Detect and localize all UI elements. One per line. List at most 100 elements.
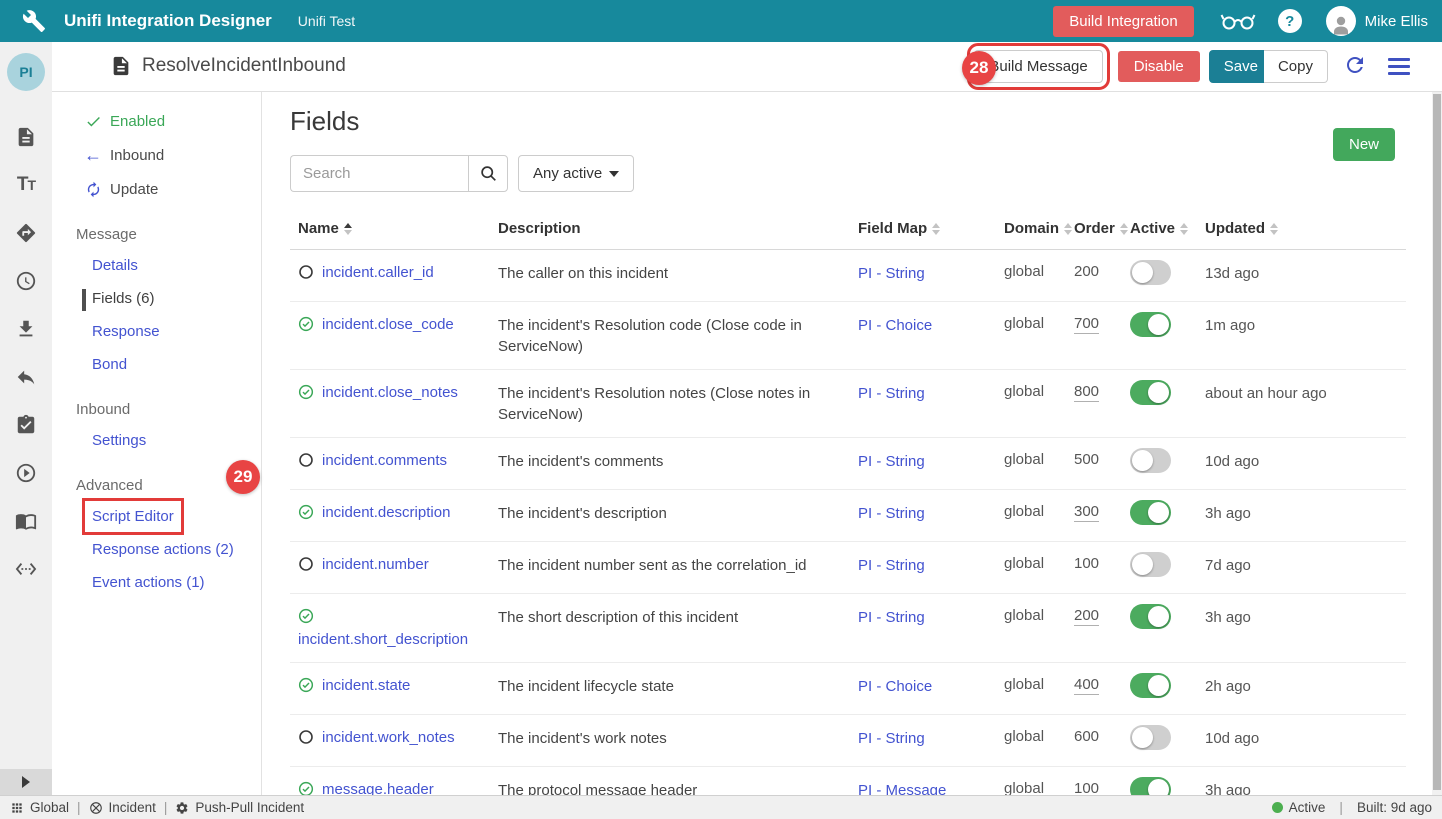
sidenav-item-bond[interactable]: Bond <box>52 348 261 381</box>
document-icon <box>110 55 132 77</box>
column-header-order[interactable]: Order <box>1074 220 1130 237</box>
active-toggle[interactable] <box>1130 260 1171 285</box>
field-order[interactable]: 500 <box>1074 451 1099 468</box>
column-header-name[interactable]: Name <box>298 220 498 237</box>
row-status-icon <box>298 781 314 795</box>
sidenav-item-details[interactable]: Details <box>52 249 261 282</box>
scrollbar-thumb[interactable] <box>1433 94 1441 790</box>
active-toggle[interactable] <box>1130 552 1171 577</box>
directions-icon[interactable] <box>0 209 52 257</box>
record-header: ResolveIncidentInbound Build Message Dis… <box>52 42 1442 92</box>
active-filter-dropdown[interactable]: Any active <box>518 155 634 192</box>
active-toggle[interactable] <box>1130 725 1171 750</box>
field-order[interactable]: 300 <box>1074 503 1099 522</box>
field-map-link[interactable]: PI - String <box>858 730 925 747</box>
field-map-link[interactable]: PI - String <box>858 505 925 522</box>
active-toggle[interactable] <box>1130 673 1171 698</box>
download-icon[interactable] <box>0 305 52 353</box>
field-order[interactable]: 200 <box>1074 263 1099 280</box>
new-button[interactable]: New <box>1333 128 1395 161</box>
check-icon <box>84 112 102 130</box>
field-name-link[interactable]: incident.close_code <box>322 316 454 333</box>
rail-expand-button[interactable] <box>0 769 52 795</box>
field-map-link[interactable]: PI - String <box>858 453 925 470</box>
copy-button[interactable]: Copy <box>1264 50 1328 83</box>
text-format-icon[interactable]: TT <box>0 161 52 209</box>
field-order[interactable]: 100 <box>1074 780 1099 795</box>
column-header-active[interactable]: Active <box>1130 220 1205 237</box>
field-order[interactable]: 700 <box>1074 315 1099 334</box>
table-row: incident.caller_id The caller on this in… <box>290 250 1406 302</box>
vertical-scrollbar[interactable] <box>1432 92 1442 795</box>
field-name-link[interactable]: message.header <box>322 781 434 795</box>
process-item[interactable]: Push-Pull Incident <box>175 800 304 815</box>
sidenav-item-response-actions[interactable]: Response actions (2) <box>52 533 261 566</box>
annotation-29: 29 <box>226 460 260 494</box>
table-row: incident.close_code The incident's Resol… <box>290 302 1406 370</box>
history-icon[interactable] <box>0 257 52 305</box>
build-integration-button[interactable]: Build Integration <box>1053 6 1193 37</box>
active-toggle[interactable] <box>1130 500 1171 525</box>
field-description: The protocol message header <box>498 780 858 795</box>
user-name[interactable]: Mike Ellis <box>1365 13 1428 30</box>
active-toggle[interactable] <box>1130 448 1171 473</box>
tasks-check-icon[interactable] <box>0 401 52 449</box>
field-map-link[interactable]: PI - String <box>858 609 925 626</box>
field-description: The incident lifecycle state <box>498 676 858 697</box>
row-status-icon <box>298 504 314 526</box>
section-message: Message <box>52 206 261 249</box>
field-order[interactable]: 100 <box>1074 555 1099 572</box>
field-map-link[interactable]: PI - String <box>858 385 925 402</box>
field-map-link[interactable]: PI - Choice <box>858 678 932 695</box>
menu-button[interactable] <box>1382 54 1416 79</box>
field-map-link[interactable]: PI - Message Header <box>858 782 946 795</box>
field-name-link[interactable]: incident.comments <box>322 452 447 469</box>
field-order[interactable]: 600 <box>1074 728 1099 745</box>
field-name-link[interactable]: incident.caller_id <box>322 264 434 281</box>
refresh-icon <box>1343 53 1367 77</box>
field-map-link[interactable]: PI - String <box>858 557 925 574</box>
integration-avatar[interactable]: PI <box>7 53 45 91</box>
gear-icon <box>175 801 189 815</box>
book-icon[interactable] <box>0 497 52 545</box>
column-header-updated[interactable]: Updated <box>1205 220 1406 237</box>
code-icon[interactable] <box>0 545 52 593</box>
field-order[interactable]: 800 <box>1074 383 1099 402</box>
sidenav-item-fields[interactable]: Fields (6) <box>52 282 261 315</box>
field-map-link[interactable]: PI - Choice <box>858 317 932 334</box>
active-toggle[interactable] <box>1130 312 1171 337</box>
field-name-link[interactable]: incident.work_notes <box>322 729 455 746</box>
disable-button[interactable]: Disable <box>1118 51 1200 82</box>
document-rail-icon[interactable] <box>0 113 52 161</box>
refresh-button[interactable] <box>1337 51 1373 82</box>
inbound-status: ← Inbound <box>52 138 261 172</box>
active-toggle[interactable] <box>1130 777 1171 795</box>
field-name-link[interactable]: incident.short_description <box>298 631 468 648</box>
field-map-link[interactable]: PI - String <box>858 265 925 282</box>
play-circle-icon[interactable] <box>0 449 52 497</box>
help-icon[interactable]: ? <box>1278 9 1302 33</box>
field-order[interactable]: 400 <box>1074 676 1099 695</box>
scope-item[interactable]: Global <box>10 800 69 815</box>
row-status-icon <box>298 264 314 286</box>
active-toggle[interactable] <box>1130 604 1171 629</box>
column-header-domain[interactable]: Domain <box>1004 220 1074 237</box>
table-item[interactable]: Incident <box>89 800 156 815</box>
sidenav-item-settings[interactable]: Settings <box>52 424 261 457</box>
field-name-link[interactable]: incident.close_notes <box>322 384 458 401</box>
active-toggle[interactable] <box>1130 380 1171 405</box>
search-button[interactable] <box>468 155 508 192</box>
preview-glasses-icon[interactable] <box>1220 10 1256 32</box>
field-order[interactable]: 200 <box>1074 607 1099 626</box>
field-name-link[interactable]: incident.number <box>322 556 429 573</box>
column-header-field-map[interactable]: Field Map <box>858 220 1004 237</box>
reply-icon[interactable] <box>0 353 52 401</box>
sidenav-item-response[interactable]: Response <box>52 315 261 348</box>
sidenav-item-script-editor[interactable]: Script Editor <box>92 508 174 525</box>
user-avatar[interactable] <box>1326 6 1356 36</box>
sidenav-item-event-actions[interactable]: Event actions (1) <box>52 566 261 599</box>
field-name-link[interactable]: incident.state <box>322 677 410 694</box>
search-input[interactable] <box>290 155 468 192</box>
field-name-link[interactable]: incident.description <box>322 504 450 521</box>
column-header-description[interactable]: Description <box>498 220 858 237</box>
